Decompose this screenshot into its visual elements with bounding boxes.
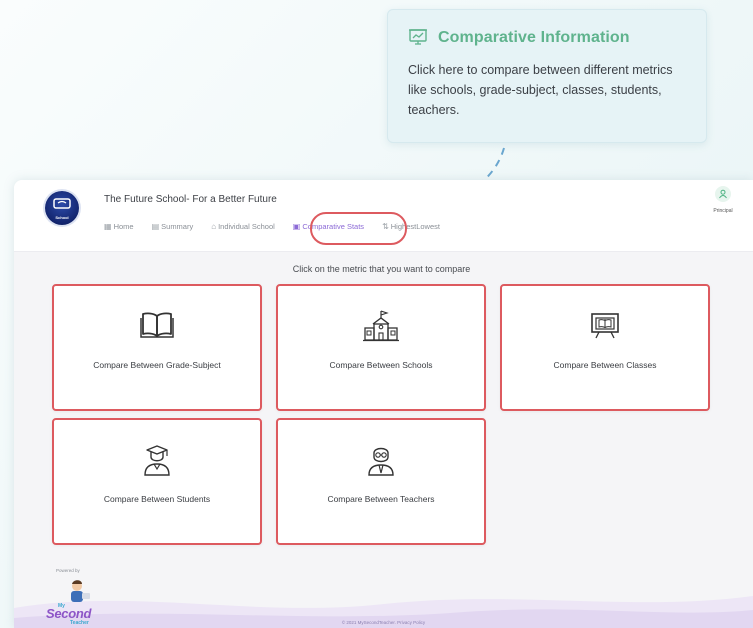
compare-schools-label: Compare Between Schools xyxy=(329,360,433,370)
classroom-board-icon xyxy=(588,310,622,345)
presentation-chart-icon xyxy=(408,28,428,48)
nav-individual-school-label: Individual School xyxy=(218,222,275,231)
instruction-text: Click on the metric that you want to com… xyxy=(292,264,471,274)
compare-classes-card[interactable]: Compare Between Classes xyxy=(500,284,710,411)
active-tab-highlight xyxy=(310,212,407,245)
graduate-student-icon xyxy=(141,444,173,481)
compare-teachers-card[interactable]: Compare Between Teachers xyxy=(276,418,486,545)
compare-teachers-label: Compare Between Teachers xyxy=(327,494,435,504)
powered-by-text: Powered by xyxy=(56,568,80,573)
user-avatar-icon xyxy=(715,186,731,202)
open-book-icon xyxy=(140,310,174,345)
mascot-icon xyxy=(71,580,90,602)
comparative-info-tooltip: Comparative Information Click here to co… xyxy=(387,9,707,143)
compare-grade-subject-card[interactable]: Compare Between Grade-Subject xyxy=(52,284,262,411)
school-building-icon xyxy=(363,310,399,347)
powered-by-branding[interactable]: Powered by My Second Teacher xyxy=(44,568,114,626)
footer-copyright[interactable]: © 2021 MySecondTeacher. Privacy Policy xyxy=(14,620,753,625)
nav-summary[interactable]: ▤ Summary xyxy=(152,222,194,231)
presentation-icon: ▣ xyxy=(292,222,301,231)
school-logo-text: School xyxy=(55,215,69,220)
nav-individual-school[interactable]: ⌂ Individual School xyxy=(211,222,275,231)
tooltip-body: Click here to compare between different … xyxy=(408,63,673,117)
school-logo[interactable]: School xyxy=(45,191,79,225)
teacher-icon xyxy=(365,444,397,481)
school-name: The Future School- For a Better Future xyxy=(104,194,277,205)
tooltip-header: Comparative Information xyxy=(408,28,630,48)
app-window: School The Future School- For a Better F… xyxy=(14,180,753,628)
grid-icon: ▦ xyxy=(104,222,112,231)
summary-icon: ▤ xyxy=(151,222,160,231)
compare-students-label: Compare Between Students xyxy=(103,494,211,504)
nav-home[interactable]: ▦ Home xyxy=(104,222,134,231)
nav-home-label: Home xyxy=(113,222,134,231)
compare-schools-card[interactable]: Compare Between Schools xyxy=(276,284,486,411)
user-role: Principal xyxy=(713,208,733,214)
user-profile[interactable]: Principal xyxy=(705,186,741,214)
school-icon: ⌂ xyxy=(211,222,217,231)
compare-students-card[interactable]: Compare Between Students xyxy=(52,418,262,545)
nav-summary-label: Summary xyxy=(161,222,194,231)
compare-grade-subject-label: Compare Between Grade-Subject xyxy=(93,360,221,370)
compare-classes-label: Compare Between Classes xyxy=(553,360,657,370)
top-navbar: School The Future School- For a Better F… xyxy=(14,180,753,252)
tooltip-title: Comparative Information xyxy=(438,29,630,46)
brand-second: Second xyxy=(46,606,92,621)
